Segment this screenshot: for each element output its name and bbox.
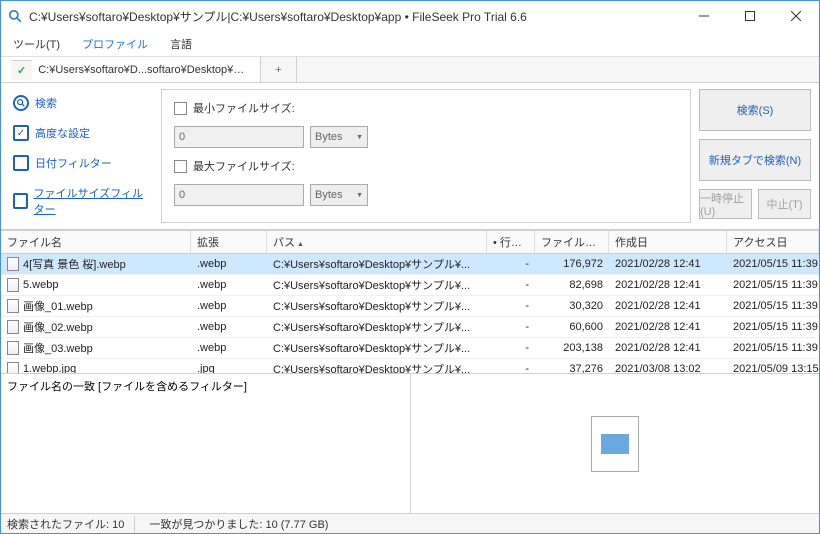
table-row[interactable]: 画像_02.webp.webpC:¥Users¥softaro¥Desktop¥… [1,317,819,338]
file-icon [7,299,19,313]
minimize-button[interactable] [681,1,727,31]
col-extension[interactable]: 拡張 [191,231,267,253]
window-title: C:¥Users¥softaro¥Desktop¥サンプル|C:¥Users¥s… [29,8,681,25]
status-matches: 一致が見つかりました: 10 (7.77 GB) [149,516,328,532]
menu-profile[interactable]: プロファイル [76,34,154,54]
match-detail-title: ファイル名の一致 [ファイルを含めるフィルター] [7,378,404,394]
grid-header: ファイル名 拡張 パス▲ • 行番号 ファイルサイズ 作成日 アクセス日 [1,231,819,254]
min-size-checkbox[interactable] [174,102,187,115]
col-filename[interactable]: ファイル名 [1,231,191,253]
chevron-down-icon: ▼ [356,192,363,199]
filesize-form: 最小ファイルサイズ: Bytes▼ 最大ファイルサイズ: Bytes▼ [161,89,691,223]
cancel-button[interactable]: 中止(T) [758,189,811,219]
checkbox-checked-icon: ✓ [13,125,29,141]
new-tab-button[interactable]: + [261,57,297,82]
check-icon: ✓ [11,60,32,80]
min-size-label: 最小ファイルサイズ: [193,100,295,116]
min-size-unit-select[interactable]: Bytes▼ [310,126,368,148]
sort-asc-icon: ▲ [297,241,304,248]
file-icon [7,278,19,292]
status-found: 検索されたファイル: 10 [7,516,135,532]
pause-button[interactable]: 一時停止(U) [699,189,752,219]
menu-language[interactable]: 言語 [164,34,198,54]
maximize-button[interactable] [727,1,773,31]
preview-pane[interactable] [411,374,820,513]
menu-bar: ツール(T) プロファイル 言語 [1,31,819,57]
col-line[interactable]: • 行番号 [487,231,535,253]
table-row[interactable]: 5.webp.webpC:¥Users¥softaro¥Desktop¥サンプル… [1,275,819,296]
tab-label: C:¥Users¥softaro¥D...softaro¥Desktop¥app [38,64,250,76]
table-row[interactable]: 1.webp.jpg.jpgC:¥Users¥softaro¥Desktop¥サ… [1,359,819,373]
grid-body[interactable]: 4[写真 景色 桜].webp.webpC:¥Users¥softaro¥Des… [1,254,819,373]
search-button[interactable]: 検索(S) [699,89,811,131]
title-bar: C:¥Users¥softaro¥Desktop¥サンプル|C:¥Users¥s… [1,1,819,31]
status-bar: 検索されたファイル: 10 一致が見つかりました: 10 (7.77 GB) [1,513,819,533]
image-file-icon [591,416,639,472]
chevron-down-icon: ▼ [356,134,363,141]
max-size-label: 最大ファイルサイズ: [193,158,295,174]
file-icon [7,362,19,373]
tab-bar: ✓ C:¥Users¥softaro¥D...softaro¥Desktop¥a… [1,57,819,83]
table-row[interactable]: 画像_01.webp.webpC:¥Users¥softaro¥Desktop¥… [1,296,819,317]
nav-date-filter[interactable]: 日付フィルター [9,149,153,177]
table-row[interactable]: 画像_03.webp.webpC:¥Users¥softaro¥Desktop¥… [1,338,819,359]
menu-tools[interactable]: ツール(T) [7,34,66,54]
detail-panes: ファイル名の一致 [ファイルを含めるフィルター] [1,373,819,513]
checkbox-empty-icon [13,193,28,209]
nav-advanced[interactable]: ✓ 高度な設定 [9,119,153,147]
col-created[interactable]: 作成日 [609,231,727,253]
search-new-tab-button[interactable]: 新規タブで検索(N) [699,139,811,181]
search-tab[interactable]: ✓ C:¥Users¥softaro¥D...softaro¥Desktop¥a… [1,57,261,82]
app-icon [7,8,23,24]
file-icon [7,320,19,334]
checkbox-empty-icon [13,155,29,171]
close-button[interactable] [773,1,819,31]
min-size-input[interactable] [174,126,304,148]
file-icon [7,341,19,355]
match-detail-pane[interactable]: ファイル名の一致 [ファイルを含めるフィルター] [1,374,411,513]
search-icon [13,95,29,111]
table-row[interactable]: 4[写真 景色 桜].webp.webpC:¥Users¥softaro¥Des… [1,254,819,275]
max-size-input[interactable] [174,184,304,206]
search-pane: 検索 ✓ 高度な設定 日付フィルター ファイルサイズフィルター 最小ファイルサイ… [1,83,819,230]
nav-filesize-filter[interactable]: ファイルサイズフィルター [9,179,153,223]
col-filesize[interactable]: ファイルサイズ [535,231,609,253]
col-access[interactable]: アクセス日 [727,231,819,253]
nav-search[interactable]: 検索 [9,89,153,117]
filter-nav: 検索 ✓ 高度な設定 日付フィルター ファイルサイズフィルター [9,89,153,223]
col-path[interactable]: パス▲ [267,231,487,253]
max-size-checkbox[interactable] [174,160,187,173]
results-grid: ファイル名 拡張 パス▲ • 行番号 ファイルサイズ 作成日 アクセス日 4[写… [1,230,819,373]
action-buttons: 検索(S) 新規タブで検索(N) 一時停止(U) 中止(T) [699,89,811,223]
max-size-unit-select[interactable]: Bytes▼ [310,184,368,206]
file-icon [7,257,19,271]
